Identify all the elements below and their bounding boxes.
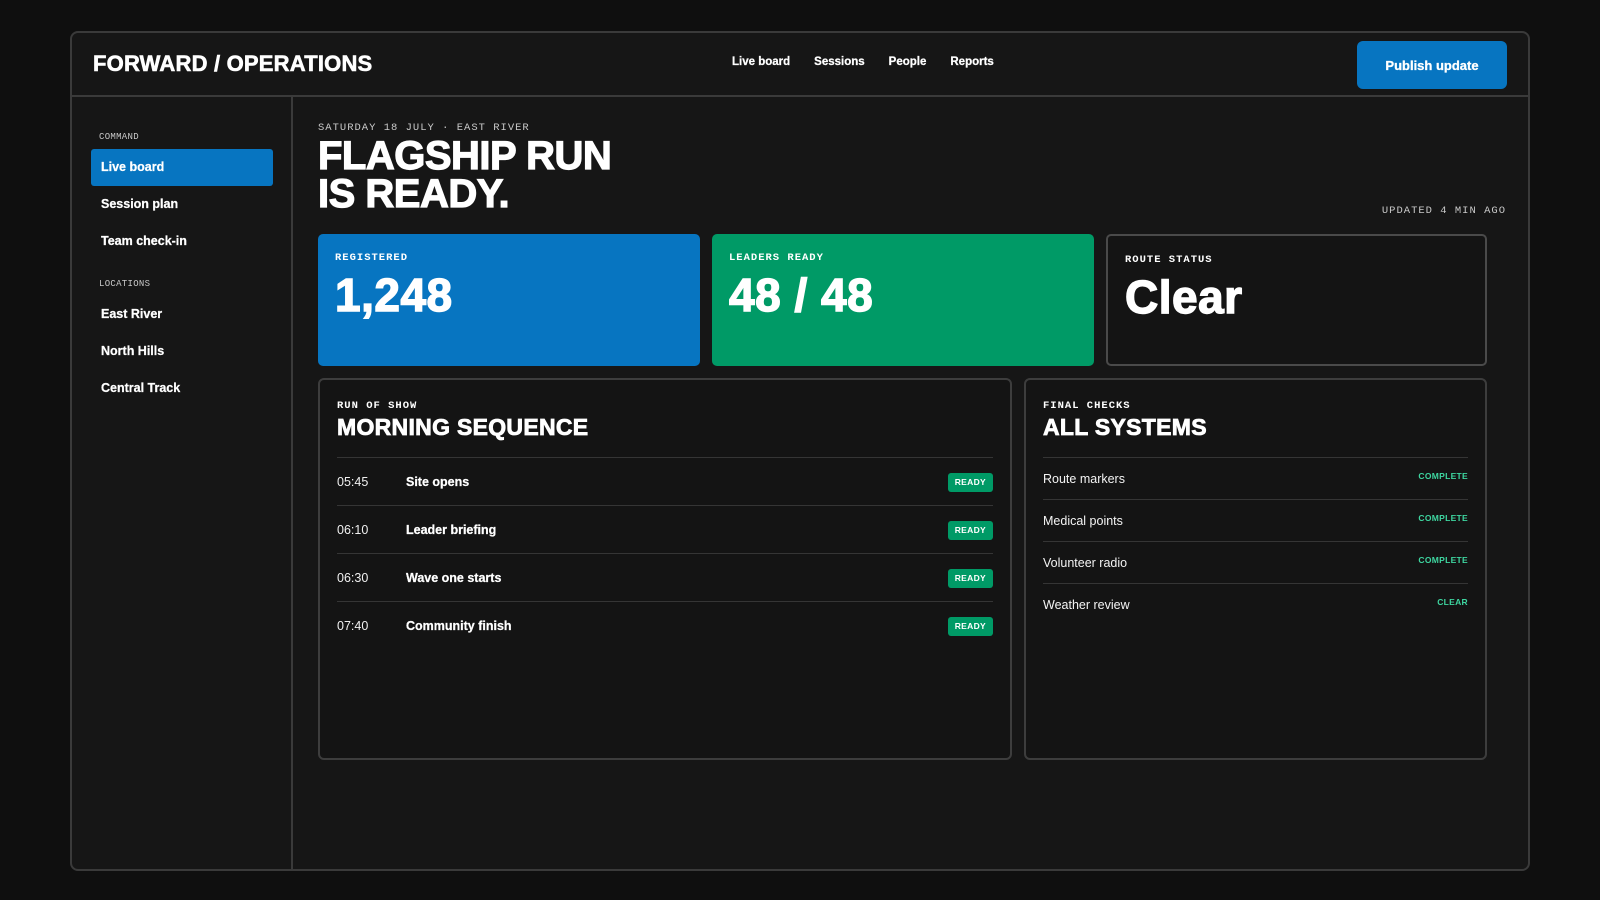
list-item[interactable]: 06:10 Leader briefing READY bbox=[337, 506, 993, 554]
stat-label: LEADERS READY bbox=[729, 252, 824, 264]
status-badge: READY bbox=[947, 617, 993, 636]
sequence-time: 06:10 bbox=[337, 522, 369, 537]
nav-reports[interactable]: Reports bbox=[950, 56, 994, 68]
list-item[interactable]: Volunteer radio COMPLETE bbox=[1043, 542, 1468, 584]
main-content: SATURDAY 18 JULY · EAST RIVER FLAGSHIP R… bbox=[295, 97, 1528, 869]
sequence-list: 05:45 Site opens READY 06:10 Leader brie… bbox=[337, 457, 993, 650]
checks-list: Route markers COMPLETE Medical points CO… bbox=[1043, 457, 1468, 626]
panel-title: MORNING SEQUENCE bbox=[337, 414, 589, 441]
sequence-time: 06:30 bbox=[337, 570, 369, 585]
top-nav: Live board Sessions People Reports bbox=[732, 56, 994, 68]
nav-people[interactable]: People bbox=[889, 56, 927, 68]
check-status: COMPLETE bbox=[1418, 555, 1468, 565]
sidebar-item-east-river[interactable]: East River bbox=[91, 296, 273, 333]
stat-label: REGISTERED bbox=[335, 252, 409, 264]
top-bar: FORWARD / OPERATIONS Live board Sessions… bbox=[72, 33, 1528, 97]
panel-eyebrow: RUN OF SHOW bbox=[337, 400, 418, 412]
stat-value: 48 / 48 bbox=[728, 268, 874, 321]
sidebar-heading-locations: LOCATIONS bbox=[99, 279, 151, 289]
sidebar-item-session-plan[interactable]: Session plan bbox=[91, 186, 273, 223]
check-name: Weather review bbox=[1043, 598, 1130, 612]
stat-value: 1,248 bbox=[334, 268, 453, 321]
sequence-name: Community finish bbox=[406, 619, 512, 633]
stat-label: ROUTE STATUS bbox=[1125, 254, 1213, 266]
sidebar: COMMAND Live board Session plan Team che… bbox=[72, 97, 293, 869]
check-status: COMPLETE bbox=[1418, 471, 1468, 481]
stat-value: Clear bbox=[1124, 270, 1243, 323]
updated-timestamp: UPDATED 4 MIN AGO bbox=[1381, 205, 1506, 217]
sidebar-item-team-check-in[interactable]: Team check-in bbox=[91, 223, 273, 260]
list-item[interactable]: 06:30 Wave one starts READY bbox=[337, 554, 993, 602]
sidebar-item-live-board[interactable]: Live board bbox=[91, 149, 273, 186]
run-of-show-panel: RUN OF SHOW MORNING SEQUENCE 05:45 Site … bbox=[318, 378, 1012, 760]
sequence-name: Leader briefing bbox=[406, 522, 497, 537]
publish-update-button[interactable]: Publish update bbox=[1357, 41, 1507, 89]
panel-eyebrow: FINAL CHECKS bbox=[1043, 400, 1131, 412]
sequence-name: Site opens bbox=[406, 474, 470, 489]
check-name: Volunteer radio bbox=[1043, 555, 1128, 570]
panel-title: ALL SYSTEMS bbox=[1043, 414, 1207, 441]
status-badge: READY bbox=[947, 569, 993, 588]
stat-card-leaders-ready: LEADERS READY 48 / 48 bbox=[712, 234, 1094, 366]
brand-title: FORWARD / OPERATIONS bbox=[93, 51, 373, 77]
final-checks-panel: FINAL CHECKS ALL SYSTEMS Route markers C… bbox=[1024, 378, 1487, 760]
sidebar-item-north-hills[interactable]: North Hills bbox=[91, 333, 273, 370]
list-item[interactable]: 05:45 Site opens READY bbox=[337, 458, 993, 506]
sequence-name: Wave one starts bbox=[406, 570, 502, 585]
check-name: Medical points bbox=[1043, 513, 1123, 528]
nav-live-board[interactable]: Live board bbox=[732, 56, 790, 68]
list-item[interactable]: 07:40 Community finish READY bbox=[337, 602, 993, 650]
sidebar-item-central-track[interactable]: Central Track bbox=[91, 370, 273, 407]
check-name: Route markers bbox=[1043, 471, 1125, 486]
nav-sessions[interactable]: Sessions bbox=[814, 56, 865, 68]
list-item[interactable]: Route markers COMPLETE bbox=[1043, 458, 1468, 500]
page-title-line-2: IS READY. bbox=[317, 172, 510, 216]
list-item[interactable]: Medical points COMPLETE bbox=[1043, 500, 1468, 542]
stat-card-route-status: ROUTE STATUS Clear bbox=[1106, 234, 1487, 366]
list-item[interactable]: Weather review CLEAR bbox=[1043, 584, 1468, 626]
status-badge: READY bbox=[947, 521, 993, 540]
app-window: FORWARD / OPERATIONS Live board Sessions… bbox=[70, 31, 1530, 871]
check-status: COMPLETE bbox=[1418, 513, 1468, 523]
check-status: CLEAR bbox=[1437, 597, 1468, 607]
sequence-time: 05:45 bbox=[337, 474, 369, 489]
stat-card-registered: REGISTERED 1,248 bbox=[318, 234, 700, 366]
sequence-time: 07:40 bbox=[337, 619, 369, 633]
sidebar-heading-command: COMMAND bbox=[99, 132, 139, 142]
status-badge: READY bbox=[947, 473, 993, 492]
page-title: FLAGSHIP RUN IS READY. bbox=[317, 135, 612, 216]
event-date-location: SATURDAY 18 JULY · EAST RIVER bbox=[318, 122, 530, 134]
